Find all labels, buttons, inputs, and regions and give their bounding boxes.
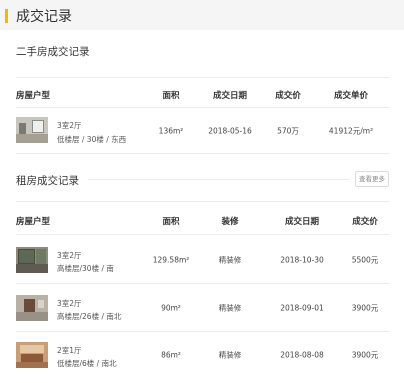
col-layout: 房屋户型	[16, 217, 51, 227]
secondhand-section-title: 二手房成交记录	[16, 46, 90, 58]
decoration-value: 精装修	[218, 303, 242, 313]
divider	[16, 331, 389, 332]
room-thumbnail[interactable]	[16, 247, 48, 273]
area-value: 129.58m²	[152, 255, 190, 265]
room-layout[interactable]: 3室2厅	[57, 120, 82, 131]
unit-price-value: 41912元/m²	[328, 126, 374, 136]
room-thumbnail[interactable]	[16, 295, 48, 321]
section-header: 成交记录	[0, 0, 404, 30]
col-decoration: 装修	[221, 217, 239, 227]
decoration-value: 精装修	[218, 255, 242, 265]
decoration-value: 精装修	[218, 350, 242, 360]
room-thumbnail[interactable]	[16, 117, 48, 143]
area-value: 136m²	[158, 126, 184, 136]
room-floor-info: 高楼层/26楼 / 南北	[57, 312, 122, 321]
divider	[88, 179, 350, 180]
col-area: 面积	[162, 91, 180, 101]
divider	[16, 107, 389, 108]
col-layout: 房屋户型	[16, 91, 51, 101]
rental-section-title: 租房成交记录	[16, 175, 79, 187]
room-layout[interactable]: 3室2厅	[57, 298, 82, 309]
price-value: 570万	[277, 126, 299, 136]
view-more-button[interactable]: 查看更多	[355, 171, 389, 187]
col-area: 面积	[162, 217, 180, 227]
date-value: 2018-08-08	[280, 350, 324, 360]
room-floor-info: 低楼层 / 30楼 / 东西	[57, 135, 127, 144]
price-value: 3900元	[351, 303, 379, 313]
divider	[16, 283, 389, 284]
header-accent-bar	[5, 9, 8, 23]
divider	[16, 234, 389, 235]
room-layout[interactable]: 2室1厅	[57, 345, 82, 356]
date-value: 2018-09-01	[280, 303, 324, 313]
col-date: 成交日期	[212, 91, 248, 101]
area-value: 86m²	[161, 350, 181, 360]
divider	[16, 77, 389, 78]
divider	[16, 201, 389, 202]
col-unit-price: 成交单价	[333, 91, 369, 101]
col-price: 成交价	[275, 91, 301, 101]
col-date: 成交日期	[284, 217, 320, 227]
page-title: 成交记录	[16, 9, 72, 25]
date-value: 2018-10-30	[280, 255, 324, 265]
room-layout[interactable]: 3室2厅	[57, 250, 82, 261]
col-price: 成交价	[352, 217, 378, 227]
area-value: 90m²	[161, 303, 181, 313]
price-value: 3900元	[351, 350, 379, 360]
date-value: 2018-05-16	[208, 126, 252, 136]
room-floor-info: 高楼层/30楼 / 南	[57, 264, 114, 273]
room-thumbnail[interactable]	[16, 342, 48, 368]
price-value: 5500元	[351, 255, 379, 265]
room-floor-info: 低楼层/6楼 / 南北	[57, 359, 117, 368]
divider	[16, 153, 389, 154]
